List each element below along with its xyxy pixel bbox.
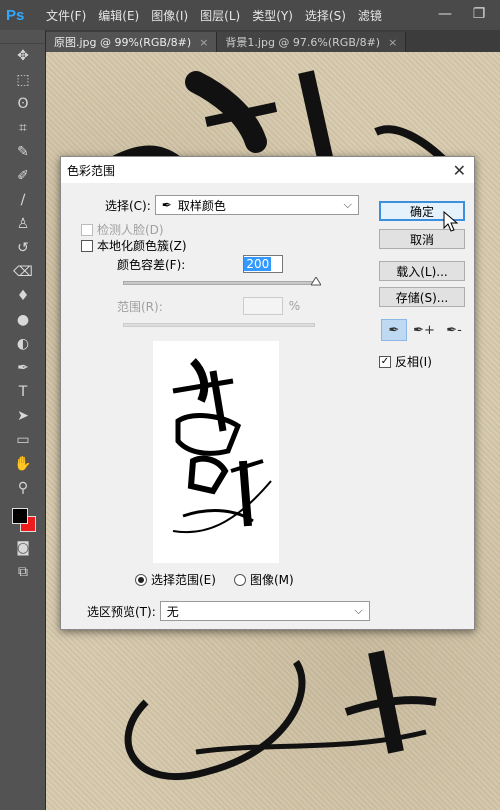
zoom-icon[interactable]: ⚲ — [0, 476, 46, 500]
document-tabs: 原图.jpg @ 99%(RGB/8#) × 背景1.jpg @ 97.6%(R… — [46, 30, 500, 52]
selection-radio[interactable] — [135, 573, 147, 586]
selection-preview[interactable] — [153, 341, 279, 563]
preview-calligraphy — [172, 358, 272, 534]
select-value: 取样颜色 — [177, 198, 226, 213]
restore-icon[interactable]: ❐ — [466, 4, 492, 24]
localized-clusters-checkbox[interactable] — [81, 239, 93, 252]
tab-label: 背景1.jpg @ 97.6%(RGB/8#) — [225, 36, 381, 49]
selection-preview-dropdown[interactable]: 无 ⌵ — [159, 601, 370, 621]
select-label: 选择(C): — [105, 198, 151, 213]
fuzziness-label: 颜色容差(F): — [117, 257, 186, 272]
menu-select[interactable]: 选择(S) — [305, 7, 346, 24]
chevron-down-icon: ⌵ — [343, 198, 352, 211]
eraser-icon[interactable]: ⌫ — [0, 260, 46, 284]
selection-preview-label: 选区预览(T): — [87, 604, 156, 619]
fuzziness-slider[interactable] — [123, 281, 315, 285]
select-dropdown[interactable]: ✒ 取样颜色 ⌵ — [154, 195, 359, 215]
lasso-icon[interactable]: ʘ — [0, 92, 46, 116]
menu-filter[interactable]: 滤镜 — [358, 7, 382, 24]
tab-label: 原图.jpg @ 99%(RGB/8#) — [54, 36, 192, 49]
close-icon[interactable]: × — [199, 36, 208, 49]
detect-faces-checkbox[interactable] — [81, 223, 93, 236]
minimize-icon[interactable]: — — [432, 4, 458, 24]
eyedropper-group: ✒ ✒+ ✒- — [381, 319, 467, 341]
healing-icon[interactable]: ✐ — [0, 164, 46, 188]
blur-icon[interactable]: ● — [0, 308, 46, 332]
tab-original[interactable]: 原图.jpg @ 99%(RGB/8#) × — [46, 32, 218, 52]
type-icon[interactable]: T — [0, 380, 46, 404]
crop-icon[interactable]: ⌗ — [0, 116, 46, 140]
fuzziness-value: 200 — [244, 257, 272, 271]
screen-mode-icon[interactable]: ⧉ — [0, 560, 46, 584]
selection-radio-label: 选择范围(E) — [151, 573, 216, 587]
fuzziness-slider-thumb[interactable] — [311, 277, 321, 287]
menu-file[interactable]: 文件(F) — [46, 7, 86, 24]
chevron-down-icon: ⌵ — [354, 604, 363, 617]
mouse-cursor-icon — [443, 210, 459, 232]
fuzziness-input[interactable]: 200 — [243, 255, 284, 273]
eyedropper-icon: ✒ — [161, 198, 172, 212]
color-range-dialog: 色彩范围 ✕ 选择(C): ✒ 取样颜色 ⌵ 检测人脸(D) 本地化颜色簇(Z)… — [60, 156, 475, 630]
path-select-icon[interactable]: ➤ — [0, 404, 46, 428]
invert-label: 反相(I) — [395, 355, 432, 369]
close-icon[interactable]: ✕ — [453, 161, 466, 180]
save-button[interactable]: 存储(S)... — [379, 287, 465, 307]
marquee-icon[interactable]: ⬚ — [0, 68, 46, 92]
bucket-icon[interactable]: ♦ — [0, 284, 46, 308]
move-icon[interactable]: ✥ — [0, 44, 46, 68]
tools-panel: ✥ ⬚ ʘ ⌗ ✎ ✐ ∕ ♙ ↺ ⌫ ♦ ● ◐ ✒ T ➤ ▭ ✋ ⚲ ◙ ⧉ — [0, 30, 46, 810]
quick-mask-icon[interactable]: ◙ — [0, 536, 46, 560]
range-input[interactable] — [242, 297, 283, 315]
stamp-icon[interactable]: ♙ — [0, 212, 46, 236]
invert-checkbox[interactable]: ✓ — [379, 355, 391, 368]
photoshop-logo: Ps — [6, 6, 25, 24]
foreground-color-swatch[interactable] — [12, 508, 28, 524]
menu-edit[interactable]: 编辑(E) — [98, 7, 139, 24]
panel-grip[interactable] — [0, 30, 45, 44]
range-slider[interactable] — [123, 323, 315, 327]
range-label: 范围(R): — [117, 299, 163, 314]
eyedropper-icon[interactable]: ✒ — [381, 319, 407, 341]
pen-icon[interactable]: ✒ — [0, 356, 46, 380]
shape-icon[interactable]: ▭ — [0, 428, 46, 452]
detect-faces-label: 检测人脸(D) — [97, 223, 164, 237]
eyedropper-icon[interactable]: ✎ — [0, 140, 46, 164]
hand-icon[interactable]: ✋ — [0, 452, 46, 476]
image-radio[interactable] — [233, 573, 246, 586]
color-swatches — [0, 500, 46, 536]
history-brush-icon[interactable]: ↺ — [0, 236, 46, 260]
range-unit: % — [288, 299, 301, 313]
menu-image[interactable]: 图像(I) — [151, 7, 188, 24]
image-radio-label: 图像(M) — [249, 573, 294, 587]
settings-group: 选择(C): ✒ 取样颜色 ⌵ 检测人脸(D) 本地化颜色簇(Z) 颜色容差(F… — [67, 193, 431, 613]
localized-clusters-label: 本地化颜色簇(Z) — [97, 239, 187, 253]
eyedropper-subtract-icon[interactable]: ✒- — [441, 319, 467, 341]
tab-background[interactable]: 背景1.jpg @ 97.6%(RGB/8#) × — [217, 32, 407, 52]
menu-layer[interactable]: 图层(L) — [200, 7, 240, 24]
menu-type[interactable]: 类型(Y) — [252, 7, 293, 24]
dialog-title: 色彩范围 — [61, 157, 474, 183]
menu-bar: Ps 文件(F) 编辑(E) 图像(I) 图层(L) 类型(Y) 选择(S) 滤… — [0, 0, 500, 30]
eyedropper-add-icon[interactable]: ✒+ — [411, 319, 437, 341]
load-button[interactable]: 载入(L)... — [379, 261, 465, 281]
brush-icon[interactable]: ∕ — [0, 188, 46, 212]
close-icon[interactable]: × — [388, 36, 397, 49]
selection-preview-value: 无 — [166, 604, 179, 619]
dodge-icon[interactable]: ◐ — [0, 332, 46, 356]
